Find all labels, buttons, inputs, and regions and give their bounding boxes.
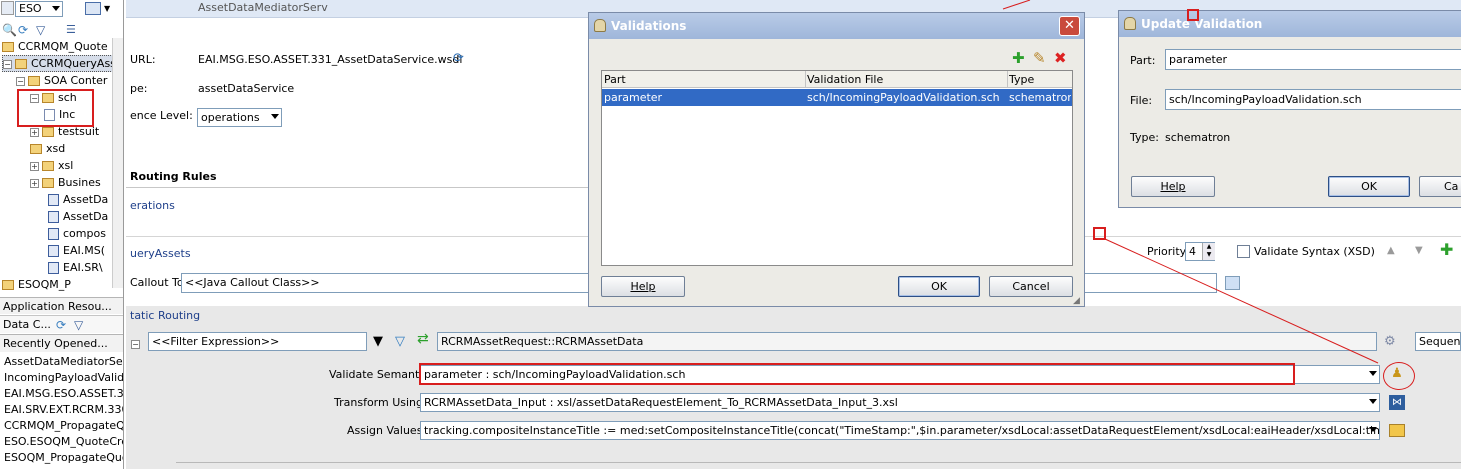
annotation-marker xyxy=(1093,227,1106,240)
annotation-marker xyxy=(1187,9,1199,21)
annotation-overlay xyxy=(1002,0,1379,364)
annotation-line xyxy=(1104,238,1379,364)
annotation-line xyxy=(1002,0,1031,10)
